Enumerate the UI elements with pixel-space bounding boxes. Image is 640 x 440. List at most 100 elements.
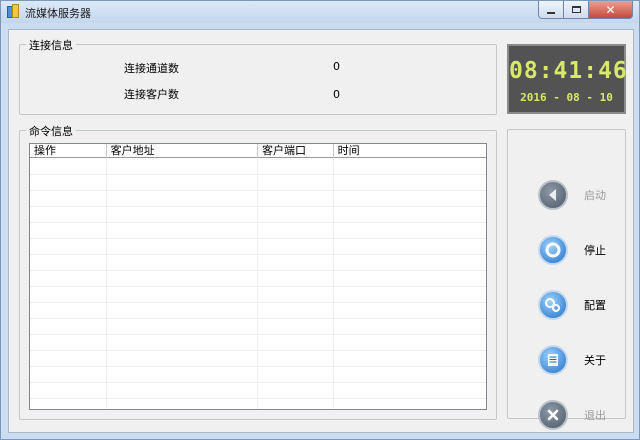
title-bar[interactable]: 流媒体服务器 ✕: [1, 1, 639, 23]
table-cell: [107, 175, 259, 191]
about-button[interactable]: 关于: [538, 342, 628, 378]
clock-time: 08:41:46: [509, 58, 628, 84]
table-cell: [258, 255, 334, 271]
table-cell: [107, 303, 259, 319]
table-cell: [107, 335, 259, 351]
table-row[interactable]: [30, 319, 486, 335]
table-cell: [334, 287, 486, 303]
table-cell: [107, 319, 259, 335]
table-cell: [30, 271, 107, 287]
close-window-button[interactable]: ✕: [589, 1, 633, 19]
client-area: 连接信息 连接通道数 0 连接客户数 0 08:41:46 2016 - 08 …: [8, 29, 634, 433]
table-cell: [30, 191, 107, 207]
table-row[interactable]: [30, 207, 486, 223]
table-cell: [30, 159, 107, 175]
table-body: [30, 159, 486, 409]
table-header: 操作 客户地址 客户端口 时间: [30, 144, 486, 158]
table-cell: [107, 223, 259, 239]
play-icon: [538, 180, 568, 210]
document-icon: [538, 345, 568, 375]
table-row[interactable]: [30, 303, 486, 319]
table-row[interactable]: [30, 271, 486, 287]
table-cell: [258, 319, 334, 335]
digital-clock: 08:41:46 2016 - 08 - 10: [507, 44, 628, 114]
command-info-group: 命令信息 操作 客户地址 客户端口 时间: [19, 123, 497, 420]
table-cell: [334, 383, 486, 399]
column-header-client-port[interactable]: 客户端口: [258, 144, 334, 158]
column-header-operation[interactable]: 操作: [30, 144, 107, 158]
table-cell: [107, 271, 259, 287]
table-cell: [107, 159, 259, 175]
table-row[interactable]: [30, 191, 486, 207]
close-icon: ✕: [605, 2, 616, 17]
column-header-client-address[interactable]: 客户地址: [107, 144, 258, 158]
exit-button[interactable]: 退出: [538, 397, 628, 433]
action-panel: 启动 停止 配置 关于 退出: [507, 129, 628, 430]
table-cell: [258, 383, 334, 399]
table-row[interactable]: [30, 335, 486, 351]
table-cell: [107, 239, 259, 255]
app-window: 流媒体服务器 ✕ 连接信息 连接通道数 0 连接客户数 0 08:41:46 2…: [0, 0, 640, 440]
start-button[interactable]: 启动: [538, 177, 628, 213]
table-cell: [334, 223, 486, 239]
table-row[interactable]: [30, 351, 486, 367]
table-cell: [334, 175, 486, 191]
connection-info-title: 连接信息: [26, 37, 76, 53]
table-row[interactable]: [30, 223, 486, 239]
stop-label: 停止: [584, 244, 606, 257]
maximize-button[interactable]: [564, 1, 589, 19]
table-cell: [334, 255, 486, 271]
table-cell: [30, 351, 107, 367]
stop-icon: [538, 235, 568, 265]
table-cell: [258, 175, 334, 191]
table-row[interactable]: [30, 239, 486, 255]
config-label: 配置: [584, 299, 606, 312]
table-cell: [334, 303, 486, 319]
table-cell: [30, 239, 107, 255]
table-cell: [258, 303, 334, 319]
table-cell: [334, 207, 486, 223]
table-cell: [258, 367, 334, 383]
table-cell: [30, 319, 107, 335]
table-cell: [258, 271, 334, 287]
table-row[interactable]: [30, 287, 486, 303]
table-row[interactable]: [30, 383, 486, 399]
channel-count-label: 连接通道数: [124, 62, 179, 75]
table-cell: [258, 239, 334, 255]
close-icon: [538, 400, 568, 430]
table-row[interactable]: [30, 175, 486, 191]
connection-info-group: 连接信息 连接通道数 0 连接客户数 0: [19, 37, 497, 115]
table-cell: [334, 191, 486, 207]
table-cell: [334, 335, 486, 351]
stop-button[interactable]: 停止: [538, 232, 628, 268]
table-row[interactable]: [30, 399, 486, 409]
channel-count-value: 0: [333, 60, 340, 73]
table-cell: [107, 351, 259, 367]
table-cell: [30, 175, 107, 191]
table-cell: [334, 319, 486, 335]
table-cell: [30, 287, 107, 303]
command-info-title: 命令信息: [26, 123, 76, 139]
table-cell: [30, 335, 107, 351]
table-cell: [258, 399, 334, 409]
window-title: 流媒体服务器: [25, 7, 91, 20]
table-cell: [334, 351, 486, 367]
table-cell: [334, 159, 486, 175]
minimize-button[interactable]: [538, 1, 564, 19]
app-icon: [7, 4, 19, 18]
table-cell: [30, 383, 107, 399]
config-button[interactable]: 配置: [538, 287, 628, 323]
table-row[interactable]: [30, 367, 486, 383]
table-row[interactable]: [30, 159, 486, 175]
table-row[interactable]: [30, 255, 486, 271]
table-cell: [30, 223, 107, 239]
exit-label: 退出: [584, 409, 606, 422]
column-header-time[interactable]: 时间: [334, 144, 486, 158]
client-count-label: 连接客户数: [124, 88, 179, 101]
table-cell: [107, 287, 259, 303]
table-cell: [258, 207, 334, 223]
table-cell: [334, 367, 486, 383]
table-cell: [334, 399, 486, 409]
command-list-table[interactable]: 操作 客户地址 客户端口 时间: [29, 143, 487, 410]
about-label: 关于: [584, 354, 606, 367]
